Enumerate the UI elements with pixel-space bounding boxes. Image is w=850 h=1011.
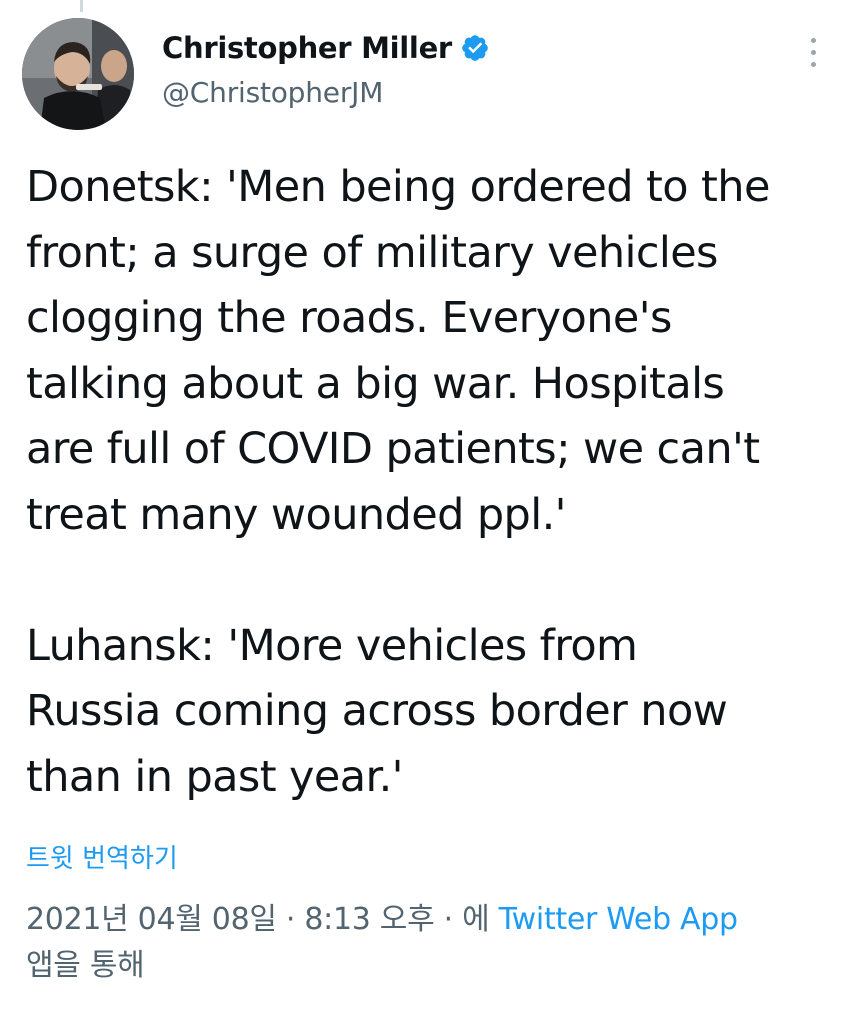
tweet-timestamp[interactable]: 2021년 04월 08일 · 8:13 오후 · 에 <box>26 902 499 937</box>
tweet-source-suffix: 앱을 통해 <box>26 948 145 983</box>
verified-badge-icon <box>460 33 490 63</box>
display-name[interactable]: Christopher Miller <box>162 31 452 65</box>
tweet-text: Donetsk: 'Men being ordered to the front… <box>26 162 770 802</box>
tweet-meta: 2021년 04월 08일 · 8:13 오후 · 에 Twitter Web … <box>26 897 826 989</box>
author-info: Christopher Miller @ChristopherJM <box>162 28 490 109</box>
tweet-header: Christopher Miller @ChristopherJM <box>22 18 832 130</box>
avatar[interactable] <box>22 18 134 130</box>
author-handle[interactable]: @ChristopherJM <box>162 76 490 109</box>
more-vertical-icon[interactable] <box>804 36 824 70</box>
display-name-row: Christopher Miller <box>162 28 490 68</box>
thread-connector-line <box>80 0 83 12</box>
tweet-source-link[interactable]: Twitter Web App <box>499 902 738 937</box>
translate-tweet-link[interactable]: 트윗 번역하기 <box>26 838 178 875</box>
